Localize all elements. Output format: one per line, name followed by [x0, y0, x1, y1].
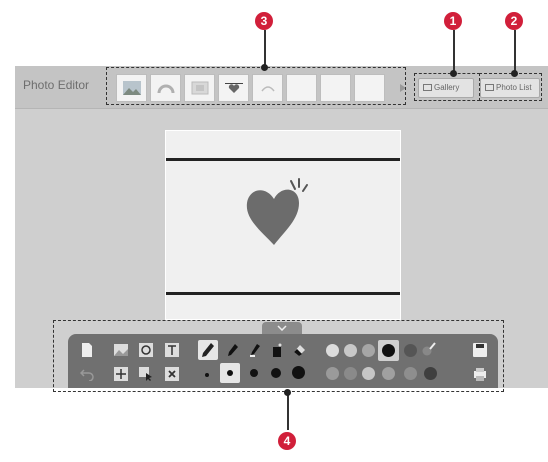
canvas-top-line — [166, 158, 400, 161]
canvas-bottom-line — [166, 292, 400, 295]
callout-dot — [284, 389, 291, 396]
gallery-button-highlight — [414, 73, 480, 101]
callout-dot — [261, 64, 268, 71]
callout-line — [453, 30, 455, 73]
callout-dot — [511, 70, 518, 77]
callout-4: 4 — [278, 432, 296, 450]
callout-dot — [450, 70, 457, 77]
callout-line — [287, 392, 289, 430]
toolbar-highlight — [53, 320, 504, 392]
callout-3: 3 — [255, 12, 273, 30]
callout-line — [514, 30, 516, 73]
app-title: Photo Editor — [23, 78, 90, 92]
callout-2: 2 — [505, 12, 523, 30]
callout-line — [264, 30, 266, 67]
callout-1: 1 — [444, 12, 462, 30]
thumbnail-strip-highlight — [106, 67, 406, 105]
photo-list-button-highlight — [479, 73, 542, 101]
heart-drawing — [246, 178, 308, 245]
drawing-canvas[interactable] — [165, 130, 401, 320]
